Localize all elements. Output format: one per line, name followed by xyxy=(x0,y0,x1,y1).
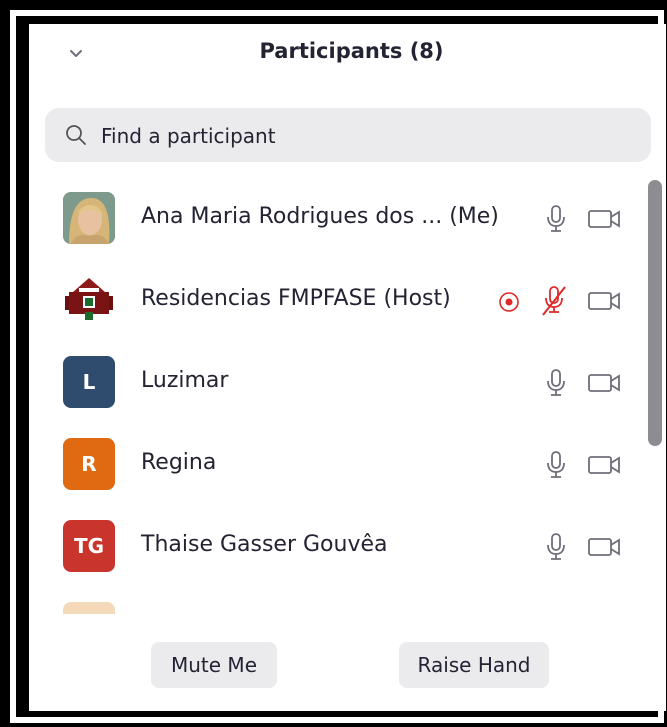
participant-list: Ana Maria Rodrigues dos ... (Me) Residen… xyxy=(29,174,644,614)
avatar: L xyxy=(63,356,115,408)
participant-name: Residencias FMPFASE (Host) xyxy=(141,286,451,311)
video-off-icon[interactable] xyxy=(587,208,623,234)
participant-row[interactable]: Residencias FMPFASE (Host) xyxy=(29,260,644,342)
avatar xyxy=(63,274,115,326)
video-off-icon[interactable] xyxy=(587,290,623,316)
participant-name: Ana Maria Rodrigues dos ... (Me) xyxy=(141,204,499,229)
avatar xyxy=(63,602,115,614)
search-input[interactable] xyxy=(99,118,623,154)
participant-name: Regina xyxy=(141,450,217,475)
avatar: R xyxy=(63,438,115,490)
panel-title: Participants (8) xyxy=(259,39,444,63)
raise-hand-button[interactable]: Raise Hand xyxy=(399,642,549,688)
avatar xyxy=(63,192,115,244)
microphone-icon[interactable] xyxy=(544,204,568,238)
participant-row[interactable]: R Regina xyxy=(29,424,644,506)
video-off-icon[interactable] xyxy=(587,454,623,480)
host-logo-icon xyxy=(65,278,113,320)
panel-header: Participants (8) xyxy=(29,24,666,86)
participants-panel: Participants (8) Ana Maria Rodrigues dos… xyxy=(29,24,666,711)
recording-icon xyxy=(497,290,521,318)
scrollbar-thumb[interactable] xyxy=(648,180,662,446)
participant-name: Thaise Gasser Gouvêa xyxy=(141,532,388,557)
participant-row[interactable]: L Luzimar xyxy=(29,342,644,424)
participant-row[interactable]: TG Thaise Gasser Gouvêa xyxy=(29,506,644,588)
microphone-icon[interactable] xyxy=(544,532,568,566)
microphone-icon[interactable] xyxy=(544,450,568,484)
avatar: TG xyxy=(63,520,115,572)
search-icon xyxy=(65,124,87,146)
video-off-icon[interactable] xyxy=(587,536,623,562)
microphone-muted-icon[interactable] xyxy=(539,284,569,322)
mute-me-button[interactable]: Mute Me xyxy=(151,642,277,688)
participant-row[interactable] xyxy=(29,588,644,614)
video-off-icon[interactable] xyxy=(587,372,623,398)
search-bar[interactable] xyxy=(45,108,651,162)
microphone-icon[interactable] xyxy=(544,368,568,402)
participant-name: Luzimar xyxy=(141,368,229,393)
participant-row[interactable]: Ana Maria Rodrigues dos ... (Me) xyxy=(29,178,644,260)
